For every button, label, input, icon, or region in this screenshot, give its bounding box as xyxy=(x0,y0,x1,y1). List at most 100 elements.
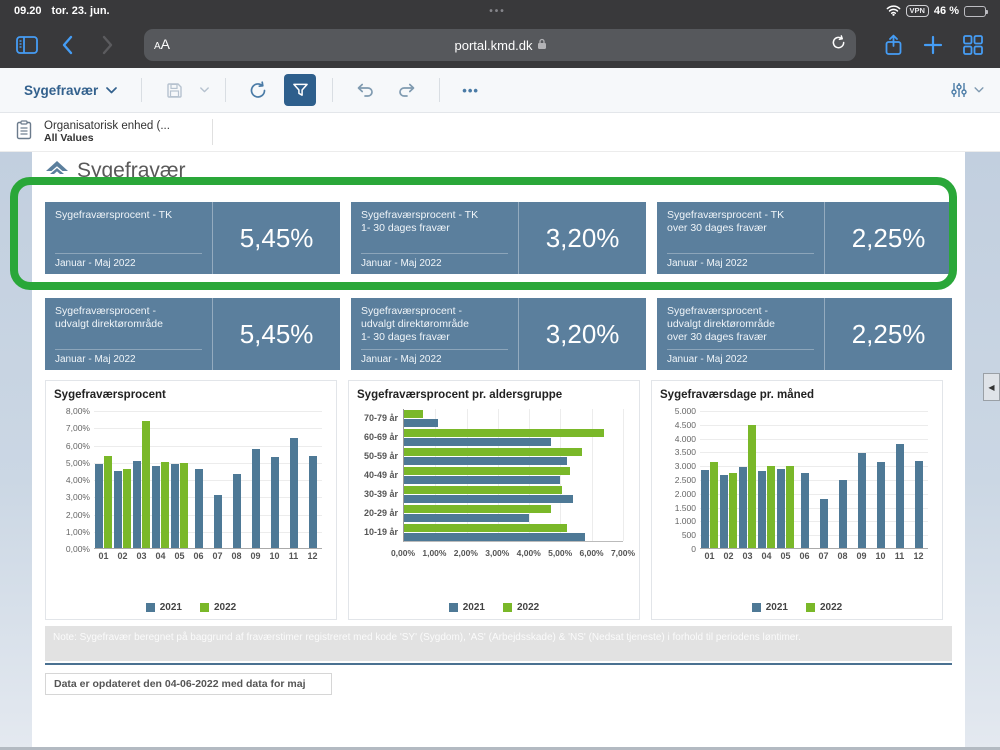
bar-2021-02[interactable] xyxy=(114,471,122,548)
x-tick-label: 06 xyxy=(795,551,814,561)
bars xyxy=(700,411,928,548)
forward-button[interactable] xyxy=(94,32,120,58)
bar-2021-10-19 år[interactable] xyxy=(404,533,585,541)
bar-2021-02[interactable] xyxy=(720,475,728,548)
bar-2021-11[interactable] xyxy=(896,444,904,548)
bar-2021-30-39 år[interactable] xyxy=(404,495,573,503)
tabs-overview-icon[interactable] xyxy=(960,32,986,58)
bar-2021-05[interactable] xyxy=(171,464,179,548)
y-tick-label: 30-39 år xyxy=(357,485,403,504)
bar-2021-06[interactable] xyxy=(195,469,203,548)
address-bar[interactable]: AA portal.kmd.dk xyxy=(144,29,856,61)
bar-2022-70-79 år[interactable] xyxy=(404,410,423,418)
bar-2022-01[interactable] xyxy=(104,456,112,548)
bar-2021-12[interactable] xyxy=(915,461,923,548)
story-title-menu[interactable]: Sygefravær xyxy=(16,83,125,98)
legend-item-2021[interactable]: 2021 xyxy=(752,602,788,613)
panel-collapse-arrow[interactable]: ◀ xyxy=(983,373,1000,401)
sidebar-toggle-icon[interactable] xyxy=(14,32,40,58)
bar-2021-04[interactable] xyxy=(758,471,766,548)
bar-2021-08[interactable] xyxy=(839,480,847,549)
bar-2021-20-29 år[interactable] xyxy=(404,514,529,522)
bar-2021-03[interactable] xyxy=(739,467,747,549)
kpi-card-0-0[interactable]: Sygefraværsprocent - TKJanuar - Maj 2022… xyxy=(45,202,340,274)
x-tick-label: 3,00% xyxy=(485,548,509,558)
org-unit-filter[interactable]: Organisatorisk enhed (... All Values xyxy=(44,120,170,144)
bar-2021-50-59 år[interactable] xyxy=(404,457,567,465)
wifi-icon xyxy=(886,4,901,19)
more-actions-button[interactable]: ••• xyxy=(456,83,485,98)
bar-2021-11[interactable] xyxy=(290,438,298,548)
bar-2022-40-49 år[interactable] xyxy=(404,467,570,475)
y-tick-label: 2,00% xyxy=(54,510,90,520)
bar-2022-05[interactable] xyxy=(180,463,188,548)
bar-2022-03[interactable] xyxy=(142,421,150,548)
kpi-card-0-1[interactable]: Sygefraværsprocent - TK 1- 30 dages frav… xyxy=(351,202,646,274)
kpi-card-title: Sygefraværsprocent - TK xyxy=(55,209,202,222)
bar-2022-04[interactable] xyxy=(161,462,169,548)
bar-2022-60-69 år[interactable] xyxy=(404,429,604,437)
legend-item-2022[interactable]: 2022 xyxy=(200,602,236,613)
save-button[interactable] xyxy=(158,74,190,106)
bar-2021-01[interactable] xyxy=(701,470,709,548)
kpi-card-1-0[interactable]: Sygefraværsprocent - udvalgt direktøromr… xyxy=(45,298,340,370)
new-tab-icon[interactable] xyxy=(920,32,946,58)
bar-2021-40-49 år[interactable] xyxy=(404,476,560,484)
save-chevron-icon[interactable] xyxy=(200,87,209,93)
redo-button[interactable] xyxy=(391,74,423,106)
x-tick-label: 7,00% xyxy=(611,548,635,558)
kpi-card-subtitle: Januar - Maj 2022 xyxy=(361,253,508,269)
vpn-badge: VPN xyxy=(906,5,929,17)
bar-2021-08[interactable] xyxy=(233,474,241,548)
legend-item-2022[interactable]: 2022 xyxy=(806,602,842,613)
bar-2021-06[interactable] xyxy=(801,473,809,548)
bar-2022-10-19 år[interactable] xyxy=(404,524,567,532)
y-tick-label: 1.500 xyxy=(660,503,696,513)
legend-label: 2022 xyxy=(214,602,236,613)
bar-2021-60-69 år[interactable] xyxy=(404,438,551,446)
filter-button[interactable] xyxy=(284,74,316,106)
kpi-card-0-2[interactable]: Sygefraværsprocent - TK over 30 dages fr… xyxy=(657,202,952,274)
bar-group-11 xyxy=(284,411,303,548)
bar-2021-07[interactable] xyxy=(820,499,828,548)
legend-label: 2021 xyxy=(766,602,788,613)
bar-2021-10[interactable] xyxy=(877,462,885,548)
browser-toolbar: AA portal.kmd.dk xyxy=(0,22,1000,68)
legend-item-2021[interactable]: 2021 xyxy=(449,602,485,613)
legend-item-2021[interactable]: 2021 xyxy=(146,602,182,613)
display-options-button[interactable] xyxy=(950,81,984,99)
bar-2022-20-29 år[interactable] xyxy=(404,505,551,513)
bar-2021-09[interactable] xyxy=(252,449,260,548)
bar-2022-05[interactable] xyxy=(786,466,794,548)
reload-icon[interactable] xyxy=(831,35,846,55)
y-tick-label: 7,00% xyxy=(54,423,90,433)
bar-2021-10[interactable] xyxy=(271,457,279,548)
bar-2022-02[interactable] xyxy=(729,473,737,548)
bar-2022-01[interactable] xyxy=(710,462,718,548)
legend-item-2022[interactable]: 2022 xyxy=(503,602,539,613)
bar-2022-04[interactable] xyxy=(767,466,775,548)
refresh-button[interactable] xyxy=(242,74,274,106)
text-size-button[interactable]: AA xyxy=(154,36,170,54)
bar-2022-30-39 år[interactable] xyxy=(404,486,562,494)
kpi-card-1-2[interactable]: Sygefraværsprocent - udvalgt direktøromr… xyxy=(657,298,952,370)
bar-group-09 xyxy=(852,411,871,548)
home-icon xyxy=(45,160,69,183)
bar-2021-04[interactable] xyxy=(152,466,160,548)
bar-2021-12[interactable] xyxy=(309,456,317,548)
bar-2021-09[interactable] xyxy=(858,453,866,548)
back-button[interactable] xyxy=(54,32,80,58)
bar-2021-01[interactable] xyxy=(95,464,103,548)
bar-2021-70-79 år[interactable] xyxy=(404,419,438,427)
bar-2022-02[interactable] xyxy=(123,469,131,548)
bar-2021-03[interactable] xyxy=(133,461,141,548)
share-icon[interactable] xyxy=(880,32,906,58)
undo-button[interactable] xyxy=(349,74,381,106)
bar-2022-03[interactable] xyxy=(748,425,756,548)
bar-2022-50-59 år[interactable] xyxy=(404,448,582,456)
chart-title: Sygefraværsprocent xyxy=(54,389,328,401)
bar-2021-05[interactable] xyxy=(777,469,785,548)
kpi-card-1-1[interactable]: Sygefraværsprocent - udvalgt direktøromr… xyxy=(351,298,646,370)
bar-group-01 xyxy=(700,411,719,548)
bar-2021-07[interactable] xyxy=(214,495,222,548)
